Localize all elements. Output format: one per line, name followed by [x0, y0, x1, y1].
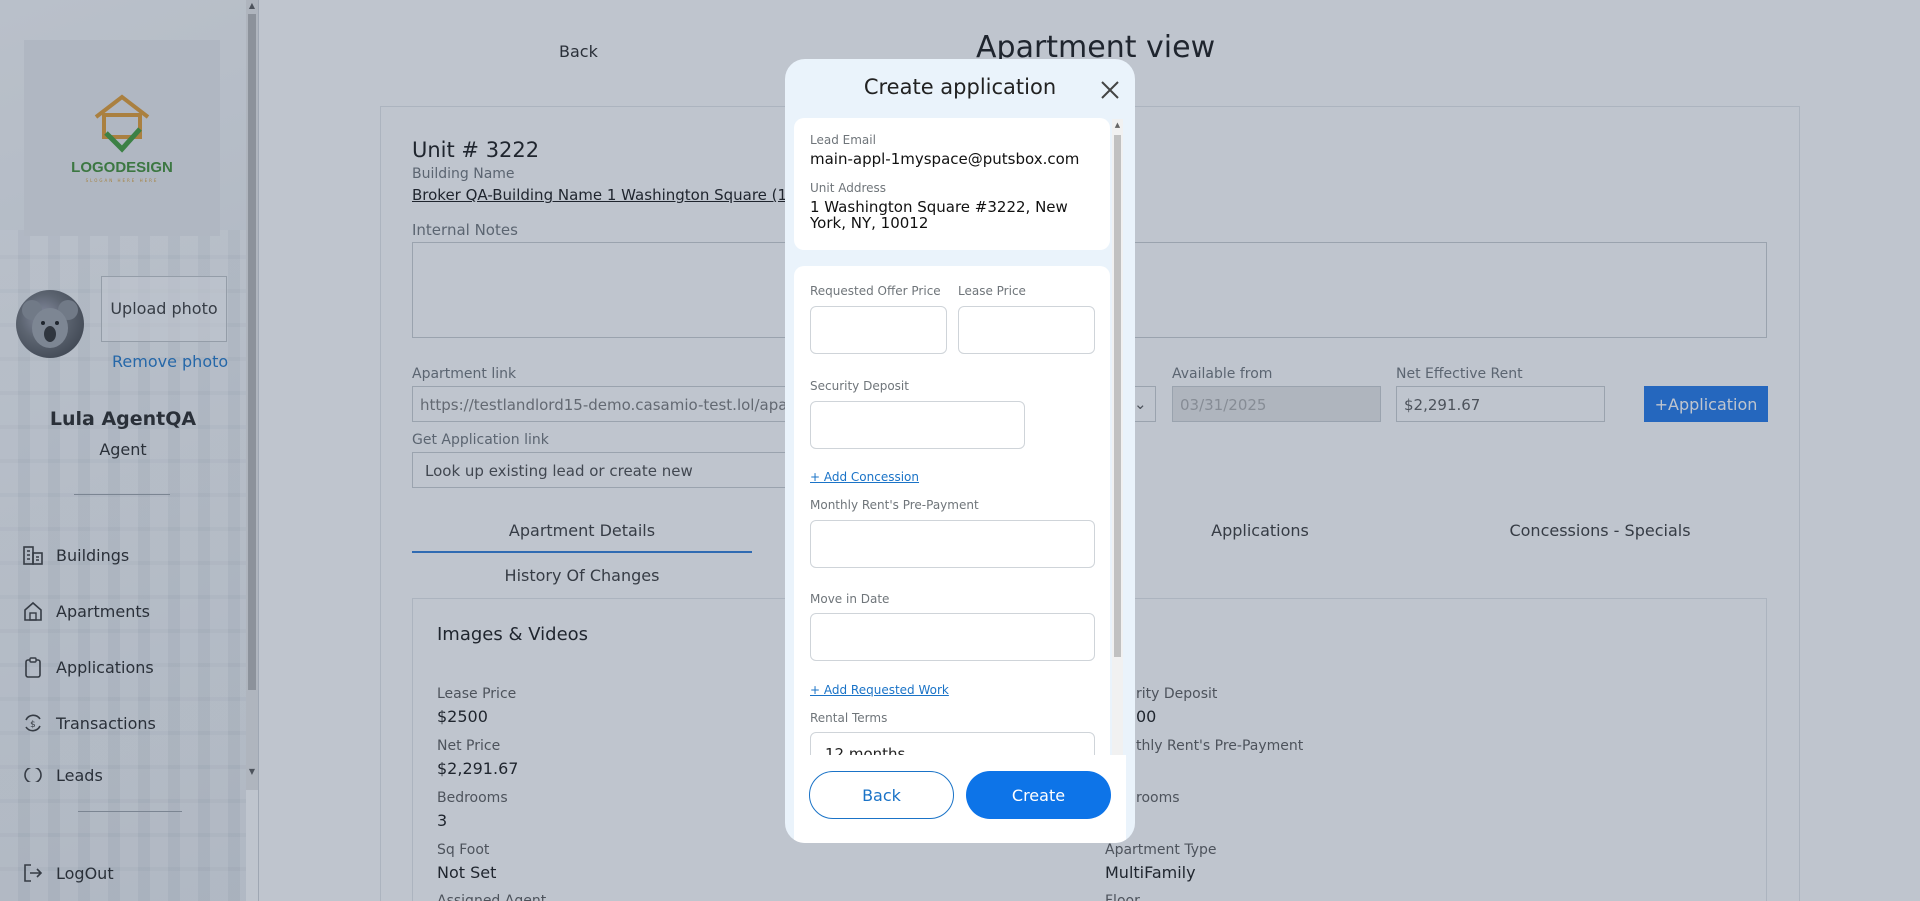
add-requested-work-link[interactable]: + Add Requested Work — [810, 683, 949, 697]
monthly-prepayment-input[interactable] — [810, 520, 1095, 568]
lease-price-label: Lease Price — [958, 284, 1026, 298]
create-application-modal: Create application Lead Email main-appl-… — [785, 59, 1135, 843]
rental-terms-label: Rental Terms — [810, 711, 888, 725]
close-icon[interactable] — [1099, 79, 1121, 101]
security-deposit-input[interactable] — [810, 401, 1025, 449]
requested-offer-price-input[interactable] — [810, 306, 947, 354]
security-deposit-label: Security Deposit — [810, 379, 909, 393]
unit-address-label: Unit Address — [810, 181, 887, 195]
scroll-up-arrow-icon[interactable]: ▲ — [1112, 119, 1123, 131]
requested-offer-price-label: Requested Offer Price — [810, 284, 941, 298]
modal-title: Create application — [863, 75, 1057, 99]
move-in-date-input[interactable] — [810, 613, 1095, 661]
scrollbar-thumb[interactable] — [1114, 135, 1121, 657]
lease-price-input[interactable] — [958, 306, 1095, 354]
lead-email-value: main-appl-1myspace@putsbox.com — [810, 150, 1080, 168]
unit-address-value: 1 Washington Square #3222, New York, NY,… — [810, 198, 1068, 232]
back-button[interactable]: Back — [809, 771, 954, 819]
monthly-prepayment-label: Monthly Rent's Pre-Payment — [810, 498, 979, 512]
add-concession-link[interactable]: + Add Concession — [810, 470, 919, 484]
application-form: Requested Offer Price Lease Price Securi… — [794, 266, 1110, 766]
move-in-date-label: Move in Date — [810, 592, 890, 606]
lead-email-label: Lead Email — [810, 133, 876, 147]
lead-info-card: Lead Email main-appl-1myspace@putsbox.co… — [794, 118, 1110, 250]
modal-scrollbar[interactable]: ▲ — [1112, 119, 1123, 755]
create-button[interactable]: Create — [966, 771, 1111, 819]
